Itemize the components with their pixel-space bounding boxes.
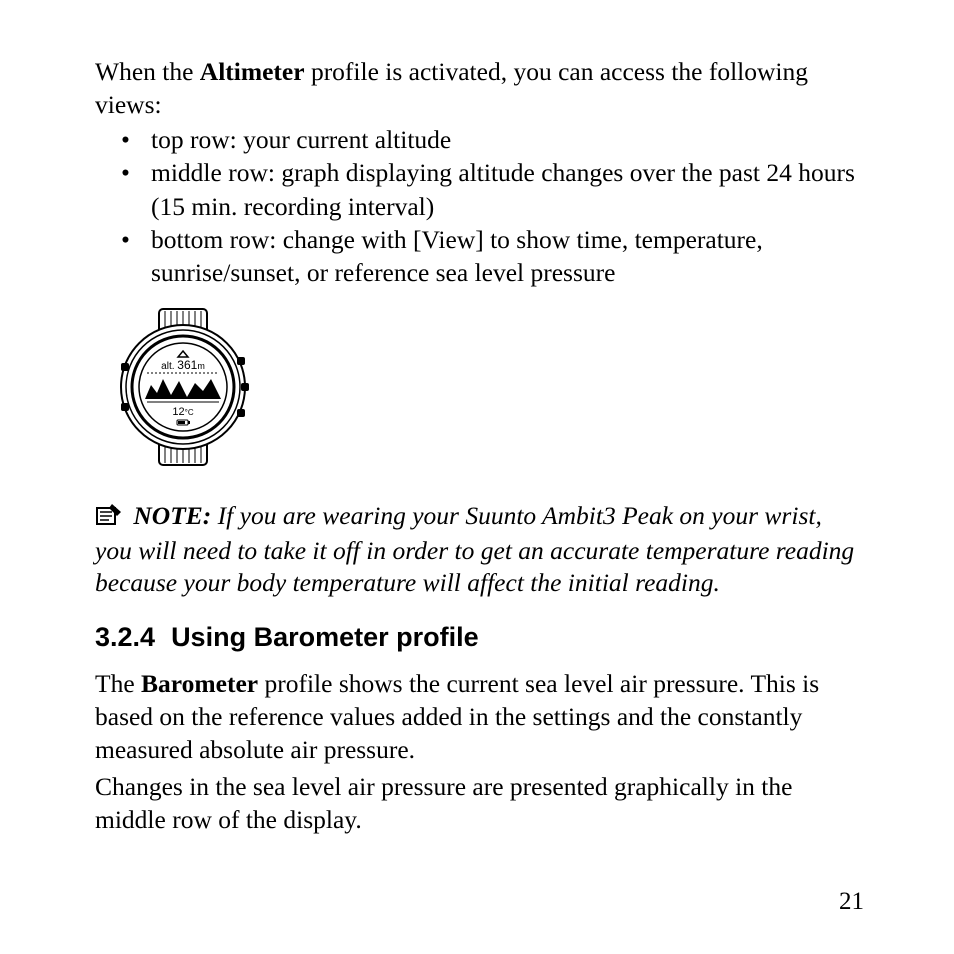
watch-alt-value: 361 xyxy=(177,358,197,372)
views-bullet-list: top row: your current altitude middle ro… xyxy=(95,123,864,289)
section-heading: 3.2.4 Using Barometer profile xyxy=(95,622,864,653)
watch-alt-row: alt. 361m xyxy=(161,358,205,372)
intro-paragraph: When the Altimeter profile is activated,… xyxy=(95,55,864,121)
barometer-paragraph-2: Changes in the sea level air pressure ar… xyxy=(95,770,864,836)
watch-alt-unit: m xyxy=(197,361,205,371)
page-number: 21 xyxy=(839,888,864,916)
baro1-prefix: The xyxy=(95,669,141,698)
intro-prefix: When the xyxy=(95,57,200,86)
section-number: 3.2.4 xyxy=(95,622,155,652)
list-item: middle row: graph displaying altitude ch… xyxy=(121,156,864,222)
watch-alt-label: alt. xyxy=(161,361,174,372)
watch-temp-value: 12 xyxy=(172,406,184,418)
baro1-bold-term: Barometer xyxy=(141,669,258,698)
watch-illustration: alt. 361m 12°C xyxy=(103,307,864,472)
note-block: NOTE: If you are wearing your Suunto Amb… xyxy=(95,500,864,600)
note-icon xyxy=(95,502,123,535)
watch-temp-row: 12°C xyxy=(172,406,193,418)
list-item: top row: your current altitude xyxy=(121,123,864,156)
intro-bold-term: Altimeter xyxy=(200,57,305,86)
list-item: bottom row: change with [View] to show t… xyxy=(121,223,864,289)
note-label: NOTE: xyxy=(133,501,211,530)
watch-svg: alt. 361m 12°C xyxy=(103,307,263,467)
watch-temp-unit: °C xyxy=(185,408,194,417)
barometer-paragraph-1: The Barometer profile shows the current … xyxy=(95,667,864,766)
section-title: Using Barometer profile xyxy=(171,622,479,652)
